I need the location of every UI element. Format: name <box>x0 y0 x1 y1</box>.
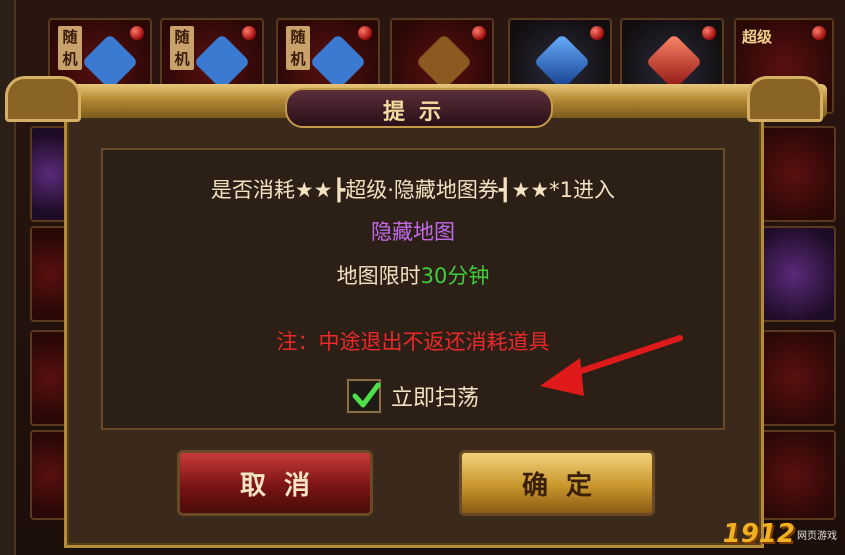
watermark-subtitle: 网页游戏 <box>797 530 837 542</box>
site-watermark: 1912 网页游戏 <box>723 519 837 549</box>
watermark-logo: 1912 <box>722 519 795 549</box>
annotation-arrow-icon <box>540 335 683 396</box>
